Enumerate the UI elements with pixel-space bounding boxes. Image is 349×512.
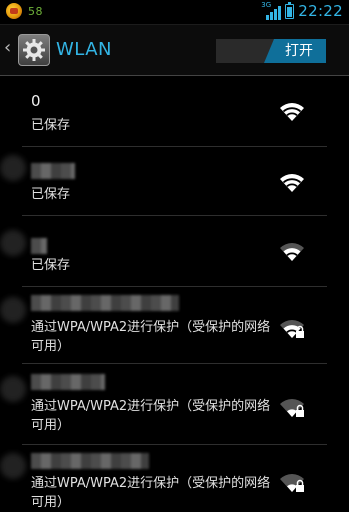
clock: 22:22 [298, 2, 343, 20]
notification-count: 58 [28, 4, 43, 18]
network-ssid-blurred [31, 163, 75, 179]
network-status: 已保存 [31, 258, 71, 273]
wifi-signal-full-icon [280, 103, 304, 121]
wifi-signal-medium-icon [280, 243, 304, 261]
network-ssid: 0 [31, 92, 41, 110]
toggle-label: 打开 [285, 43, 313, 59]
wifi-signal-secured-icon [280, 474, 304, 492]
network-item[interactable]: 已保存 [0, 147, 349, 215]
network-item[interactable]: 已保存 [0, 216, 349, 286]
notification-area[interactable]: 58 [6, 3, 43, 19]
network-item[interactable]: 通过WPA/WPA2进行保护（受保护的网络可用） [0, 287, 349, 363]
network-status: 通过WPA/WPA2进行保护（受保护的网络可用） [31, 320, 271, 354]
cell-signal-icon: 3G [261, 2, 282, 20]
status-bar: 58 3G 22:22 [0, 0, 349, 25]
network-ssid-blurred [31, 295, 179, 311]
battery-icon [285, 1, 295, 19]
network-ssid-blurred [31, 374, 105, 390]
network-status: 已保存 [31, 187, 71, 202]
system-indicators: 3G 22:22 [261, 1, 343, 20]
wifi-signal-secured-icon [280, 320, 304, 338]
network-status: 已保存 [31, 118, 71, 133]
back-caret-icon[interactable]: ‹ [4, 39, 11, 57]
network-item[interactable]: 通过WPA/WPA2进行保护（受保护的网络可用） [0, 445, 349, 510]
network-item[interactable]: 0 已保存 [0, 86, 349, 146]
network-item[interactable]: 通过WPA/WPA2进行保护（受保护的网络可用） [0, 364, 349, 444]
action-bar: ‹ WLAN 打开 [0, 25, 349, 76]
network-ssid-blurred [31, 238, 47, 254]
page-title: WLAN [56, 39, 113, 60]
wifi-signal-full-icon [280, 174, 304, 192]
app-notification-icon [6, 3, 22, 19]
network-status: 通过WPA/WPA2进行保护（受保护的网络可用） [31, 476, 271, 510]
network-ssid-blurred [31, 453, 149, 469]
settings-gear-icon[interactable] [18, 34, 50, 66]
network-status: 通过WPA/WPA2进行保护（受保护的网络可用） [31, 399, 271, 433]
wifi-signal-secured-icon [280, 399, 304, 417]
wlan-toggle[interactable]: 打开 [216, 39, 326, 63]
